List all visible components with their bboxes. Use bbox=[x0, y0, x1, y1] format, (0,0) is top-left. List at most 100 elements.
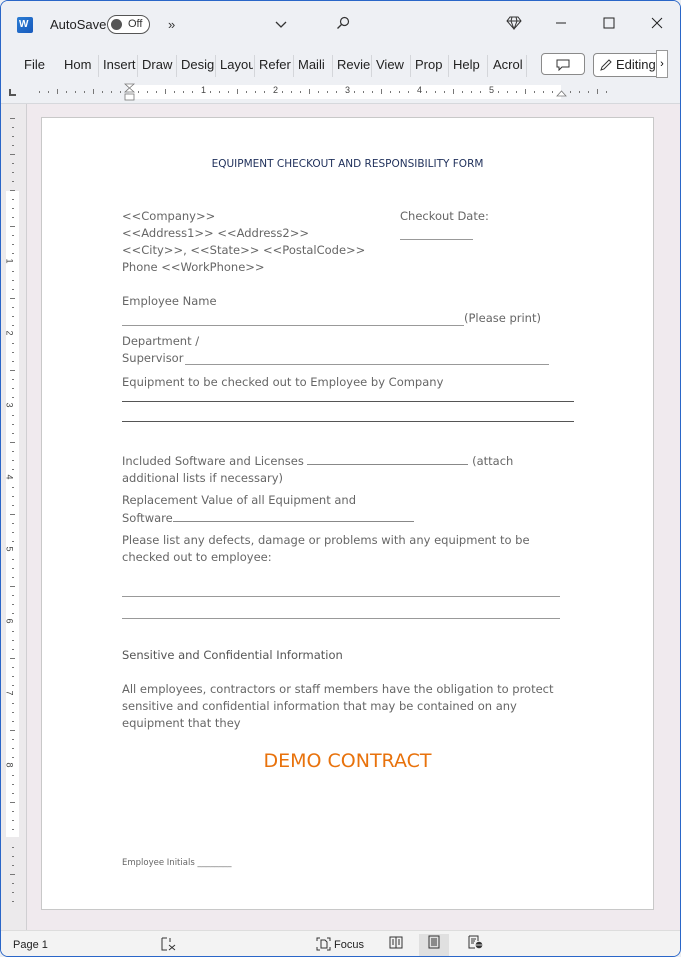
tab-review[interactable]: Revie bbox=[337, 57, 370, 72]
ruler-tick bbox=[543, 91, 544, 93]
vruler-tick bbox=[12, 352, 14, 353]
vruler-tick bbox=[12, 631, 14, 632]
print-layout-icon[interactable] bbox=[419, 934, 449, 956]
vruler-tick bbox=[12, 199, 14, 200]
right-indent-marker-icon[interactable] bbox=[556, 89, 567, 97]
focus-icon[interactable] bbox=[316, 937, 331, 954]
status-bar: Page 1 Focus bbox=[1, 930, 680, 956]
vruler-tick bbox=[12, 487, 14, 488]
document-page[interactable]: EQUIPMENT CHECKOUT AND RESPONSIBILITY FO… bbox=[41, 117, 654, 910]
vruler-number: 6 bbox=[4, 618, 15, 624]
tab-file[interactable]: File bbox=[24, 57, 45, 72]
ruler-margin-left bbox=[26, 85, 129, 99]
checkout-date-field[interactable] bbox=[400, 239, 473, 240]
vruler-tick bbox=[10, 586, 15, 587]
ruler-tick bbox=[66, 91, 67, 93]
vruler-tick bbox=[12, 379, 14, 380]
vruler-tick bbox=[12, 829, 14, 830]
sensitive-info-heading: Sensitive and Confidential Information bbox=[122, 648, 343, 662]
equipment-line-2[interactable] bbox=[122, 421, 574, 422]
ruler-tick bbox=[462, 91, 463, 93]
defects-label-line2: checked out to employee: bbox=[122, 550, 272, 564]
department-field[interactable] bbox=[185, 364, 549, 365]
ruler-tick bbox=[237, 89, 238, 94]
editing-mode-button[interactable]: Editing bbox=[593, 53, 663, 77]
search-icon[interactable] bbox=[336, 16, 350, 33]
vruler-tick bbox=[12, 712, 14, 713]
employee-name-field[interactable] bbox=[122, 325, 464, 326]
minimize-button[interactable] bbox=[549, 13, 573, 37]
chevron-down-icon[interactable] bbox=[275, 17, 287, 32]
department-label-line1: Department / bbox=[122, 334, 200, 348]
tab-view[interactable]: View bbox=[376, 57, 409, 72]
ruler-tick bbox=[606, 91, 607, 93]
proofing-icon[interactable] bbox=[161, 937, 177, 954]
tab-divider bbox=[215, 55, 216, 77]
ruler-tick bbox=[309, 89, 310, 94]
ruler-tick bbox=[453, 89, 454, 94]
autosave-toggle[interactable]: Off bbox=[107, 15, 150, 34]
autosave-label: AutoSave bbox=[50, 17, 107, 32]
vruler-tick bbox=[12, 397, 14, 398]
focus-button[interactable]: Focus bbox=[334, 939, 364, 951]
more-commands-icon[interactable]: » bbox=[168, 17, 175, 32]
vruler-tick bbox=[12, 775, 14, 776]
toggle-knob bbox=[111, 19, 122, 30]
tab-layout[interactable]: Layou bbox=[220, 57, 253, 72]
vruler-tick bbox=[12, 280, 14, 281]
vruler-tick bbox=[12, 451, 14, 452]
web-layout-icon[interactable] bbox=[460, 934, 490, 956]
tab-home[interactable]: Hom bbox=[64, 57, 96, 72]
replacement-value-field[interactable] bbox=[172, 509, 414, 522]
ruler-tick bbox=[165, 89, 166, 94]
ruler-tick bbox=[183, 91, 184, 93]
page-indicator[interactable]: Page 1 bbox=[13, 939, 48, 951]
phone-placeholder: Phone <<WorkPhone>> bbox=[122, 260, 265, 274]
comments-button[interactable] bbox=[541, 53, 585, 75]
vruler-number: 3 bbox=[4, 402, 15, 408]
document-canvas[interactable]: EQUIPMENT CHECKOUT AND RESPONSIBILITY FO… bbox=[27, 104, 680, 930]
ruler-tick bbox=[174, 91, 175, 93]
tab-draw[interactable]: Draw bbox=[142, 57, 175, 72]
read-mode-icon[interactable] bbox=[381, 934, 411, 956]
ruler-tick bbox=[84, 91, 85, 93]
tab-divider bbox=[526, 55, 527, 77]
equipment-line-1[interactable] bbox=[122, 401, 574, 402]
tab-properties[interactable]: Prop bbox=[415, 57, 447, 72]
vruler-tick bbox=[12, 181, 14, 182]
diamond-icon[interactable] bbox=[506, 16, 522, 33]
close-button[interactable] bbox=[645, 13, 669, 37]
city-state-zip-placeholder: <<City>>, <<State>> <<PostalCode>> bbox=[122, 243, 366, 257]
tab-selector-icon[interactable] bbox=[9, 89, 16, 96]
defects-line-1[interactable] bbox=[122, 596, 560, 597]
indent-marker-icon[interactable] bbox=[124, 83, 135, 101]
ruler-tick bbox=[408, 91, 409, 93]
vruler-tick bbox=[12, 685, 14, 686]
maximize-button[interactable] bbox=[597, 13, 621, 37]
tab-references[interactable]: Refer bbox=[259, 57, 292, 72]
ruler-tick bbox=[57, 89, 58, 94]
tab-insert[interactable]: Insert bbox=[103, 57, 136, 72]
vertical-ruler[interactable]: 1 2 3 4 5 6 7 8 bbox=[1, 104, 27, 930]
software-field[interactable] bbox=[307, 452, 469, 465]
ruler-tick bbox=[390, 91, 391, 93]
ruler-tick bbox=[570, 91, 571, 93]
vruler-tick bbox=[12, 307, 14, 308]
tab-help[interactable]: Help bbox=[453, 57, 485, 72]
vruler-tick bbox=[12, 172, 14, 173]
vruler-tick bbox=[10, 154, 15, 155]
vruler-tick bbox=[10, 226, 15, 227]
ruler-tick bbox=[363, 91, 364, 93]
tab-divider bbox=[410, 55, 411, 77]
vruler-tick bbox=[12, 640, 14, 641]
ruler-tick bbox=[138, 91, 139, 93]
tab-mailings[interactable]: Maili bbox=[298, 57, 331, 72]
ribbon-more-button[interactable]: › bbox=[656, 50, 668, 78]
horizontal-ruler[interactable]: 1 2 3 4 5 bbox=[1, 83, 680, 104]
defects-line-2[interactable] bbox=[122, 618, 560, 619]
ruler-tick bbox=[471, 91, 472, 93]
tab-design[interactable]: Desig bbox=[181, 57, 214, 72]
sensitive-body-line3: equipment that they bbox=[122, 716, 241, 730]
tab-divider bbox=[332, 55, 333, 77]
tab-acrobat[interactable]: Acrol bbox=[493, 57, 525, 72]
